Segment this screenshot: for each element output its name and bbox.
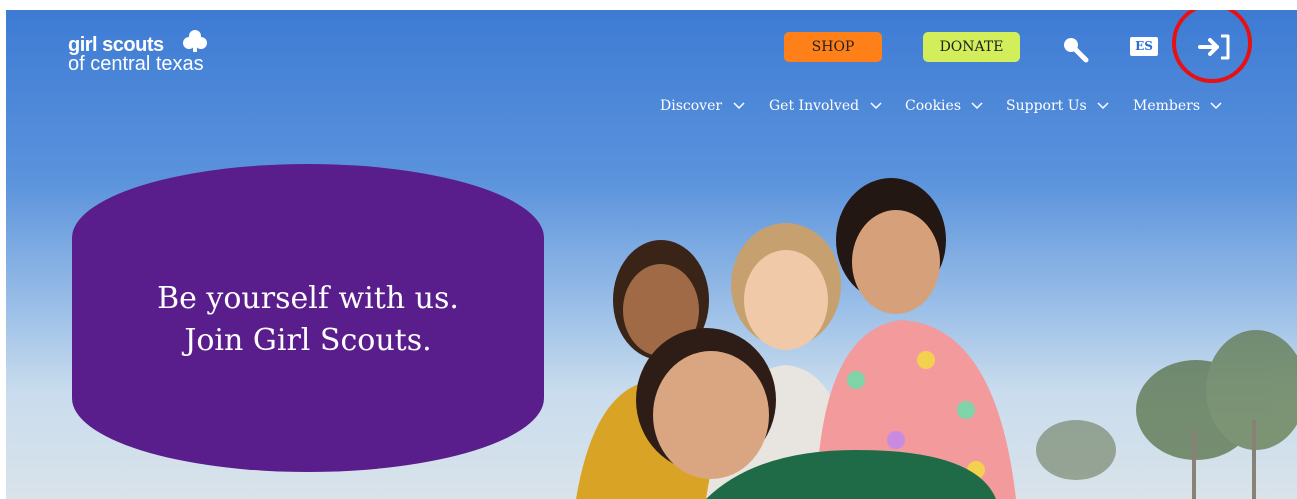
nav-cookies[interactable]: Cookies bbox=[905, 98, 983, 114]
hero-banner: girl scouts of central texas SHOP DONATE… bbox=[6, 10, 1297, 499]
hero-headline: Be yourself with us. Join Girl Scouts. bbox=[72, 278, 544, 362]
nav-label: Members bbox=[1133, 98, 1201, 114]
nav-label: Get Involved bbox=[769, 98, 860, 114]
nav-get-involved[interactable]: Get Involved bbox=[769, 98, 882, 114]
logo-subtitle: of central texas bbox=[68, 53, 204, 75]
chevron-down-icon bbox=[971, 102, 983, 110]
chevron-down-icon bbox=[1097, 102, 1109, 110]
chevron-down-icon bbox=[1210, 102, 1223, 110]
shop-button[interactable]: SHOP bbox=[784, 32, 882, 62]
nav-label: Support Us bbox=[1006, 98, 1087, 114]
donate-button[interactable]: DONATE bbox=[923, 32, 1020, 62]
site-logo[interactable]: girl scouts of central texas bbox=[68, 30, 207, 75]
nav-support-us[interactable]: Support Us bbox=[1006, 98, 1109, 114]
trefoil-icon bbox=[183, 30, 207, 52]
language-toggle[interactable]: ES bbox=[1130, 37, 1158, 56]
chevron-down-icon bbox=[732, 102, 745, 110]
nav-label: Cookies bbox=[905, 98, 961, 114]
nav-members[interactable]: Members bbox=[1133, 98, 1223, 114]
hero-line-2: Join Girl Scouts. bbox=[184, 323, 432, 358]
chevron-down-icon bbox=[870, 102, 882, 110]
hero-photo bbox=[576, 178, 1297, 499]
login-highlight-circle bbox=[1172, 10, 1252, 83]
nav-label: Discover bbox=[660, 98, 723, 114]
search-icon[interactable] bbox=[1060, 34, 1090, 64]
hero-line-1: Be yourself with us. bbox=[157, 281, 459, 316]
tree-silhouettes bbox=[1036, 330, 1297, 499]
nav-discover[interactable]: Discover bbox=[660, 98, 745, 114]
